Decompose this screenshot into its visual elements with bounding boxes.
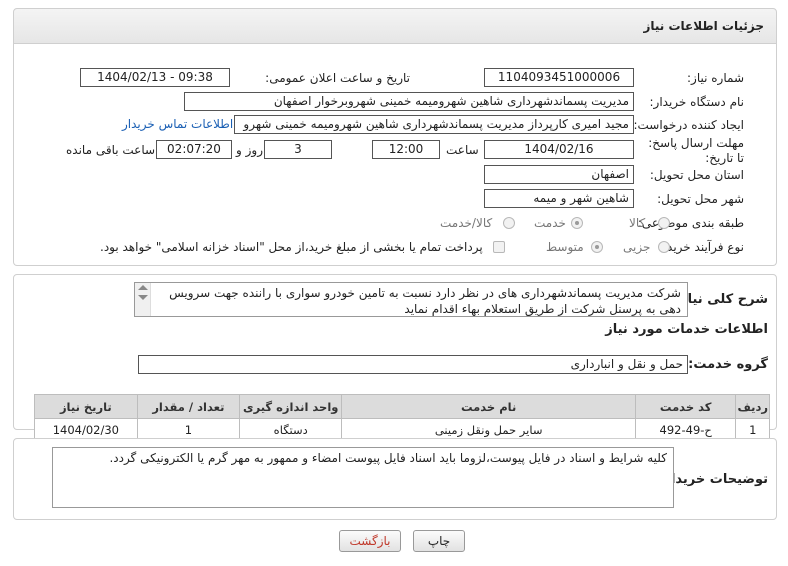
col-row: ردیف [735, 394, 770, 419]
need-number-field: 1104093451000006 [484, 68, 634, 87]
col-service-name: نام خدمت [341, 394, 636, 419]
remaining-time-label: ساعت باقی مانده [66, 143, 156, 157]
category-goods-service-label: کالا/خدمت [440, 216, 493, 230]
treasury-payment-checkbox[interactable] [493, 241, 505, 253]
description-label: شرح کلی نیاز: [674, 292, 768, 307]
deadline-label: مهلت ارسال پاسخ: تا تاریخ: [648, 136, 744, 165]
description-scrollbar[interactable] [135, 283, 151, 316]
announce-datetime-label: تاریخ و ساعت اعلان عمومی: [265, 71, 410, 85]
col-need-date: تاریخ نیاز [34, 394, 138, 419]
category-label: طبقه بندی موضوعی: [637, 216, 744, 230]
purchase-medium-radio[interactable] [591, 241, 603, 253]
province-label: استان محل تحویل: [649, 168, 744, 182]
col-quantity: تعداد / مقدار [136, 394, 241, 419]
purchase-type-label: نوع فرآیند خرید : [659, 240, 744, 254]
scroll-up-icon[interactable] [138, 285, 148, 290]
deadline-time-field: 12:00 [372, 140, 440, 159]
purchase-medium-label: متوسط [546, 240, 584, 254]
services-table-header: ردیف کد خدمت نام خدمت واحد اندازه گیری ت… [34, 394, 770, 419]
requester-field: مجید امیری کارپرداز مدیریت پسماندشهرداری… [234, 115, 634, 134]
category-goods-service-radio[interactable] [503, 217, 515, 229]
purchase-minor-radio[interactable] [658, 241, 670, 253]
page-title: جزئیات اطلاعات نیاز [643, 19, 764, 33]
need-number-label: شماره نیاز: [687, 71, 744, 85]
buyer-contact-link[interactable]: اطلاعات تماس خریدار [122, 117, 233, 131]
back-button[interactable]: بازگشت [339, 530, 401, 552]
remaining-time-field: 02:07:20 [156, 140, 232, 159]
page-header: جزئیات اطلاعات نیاز [13, 8, 777, 44]
deadline-days-field: 3 [264, 140, 332, 159]
service-group-label: گروه خدمت: [688, 357, 768, 372]
purchase-minor-label: جزیی [623, 240, 651, 254]
description-textarea[interactable]: شرکت مدیریت پسماندشهرداری های در نظر دار… [134, 282, 688, 317]
deadline-date-field: 1404/02/16 [484, 140, 634, 159]
buyer-notes-label: توضیحات خریدار: [658, 472, 768, 487]
treasury-payment-note: پرداخت تمام یا بخشی از مبلغ خرید،از محل … [100, 240, 483, 254]
print-button[interactable]: چاپ [413, 530, 465, 552]
deadline-time-label: ساعت [446, 143, 479, 157]
announce-datetime-field: 1404/02/13 - 09:38 [80, 68, 230, 87]
col-unit: واحد اندازه گیری [239, 394, 343, 419]
buyer-org-field: مدیریت پسماندشهرداری شاهین شهرومیمه خمین… [184, 92, 634, 111]
category-service-radio[interactable] [571, 217, 583, 229]
city-label: شهر محل تحویل: [657, 192, 744, 206]
services-section-title: اطلاعات خدمات مورد نیاز [605, 322, 768, 337]
category-goods-label: کالا [629, 216, 646, 230]
service-group-field: حمل و نقل و انبارداری [138, 355, 688, 374]
city-field: شاهین شهر و میمه [484, 189, 634, 208]
buyer-notes-textarea[interactable]: کلیه شرایط و اسناد در فایل پیوست،لزوما ب… [52, 447, 674, 508]
scroll-down-icon[interactable] [138, 295, 148, 300]
services-table: ردیف کد خدمت نام خدمت واحد اندازه گیری ت… [34, 394, 770, 441]
province-field: اصفهان [484, 165, 634, 184]
category-goods-radio[interactable] [658, 217, 670, 229]
col-service-code: کد خدمت [634, 394, 737, 419]
requester-label: ایجاد کننده درخواست: [633, 118, 744, 132]
buyer-org-label: نام دستگاه خریدار: [649, 95, 745, 109]
category-service-label: خدمت [534, 216, 566, 230]
deadline-days-label: روز و [236, 143, 263, 157]
